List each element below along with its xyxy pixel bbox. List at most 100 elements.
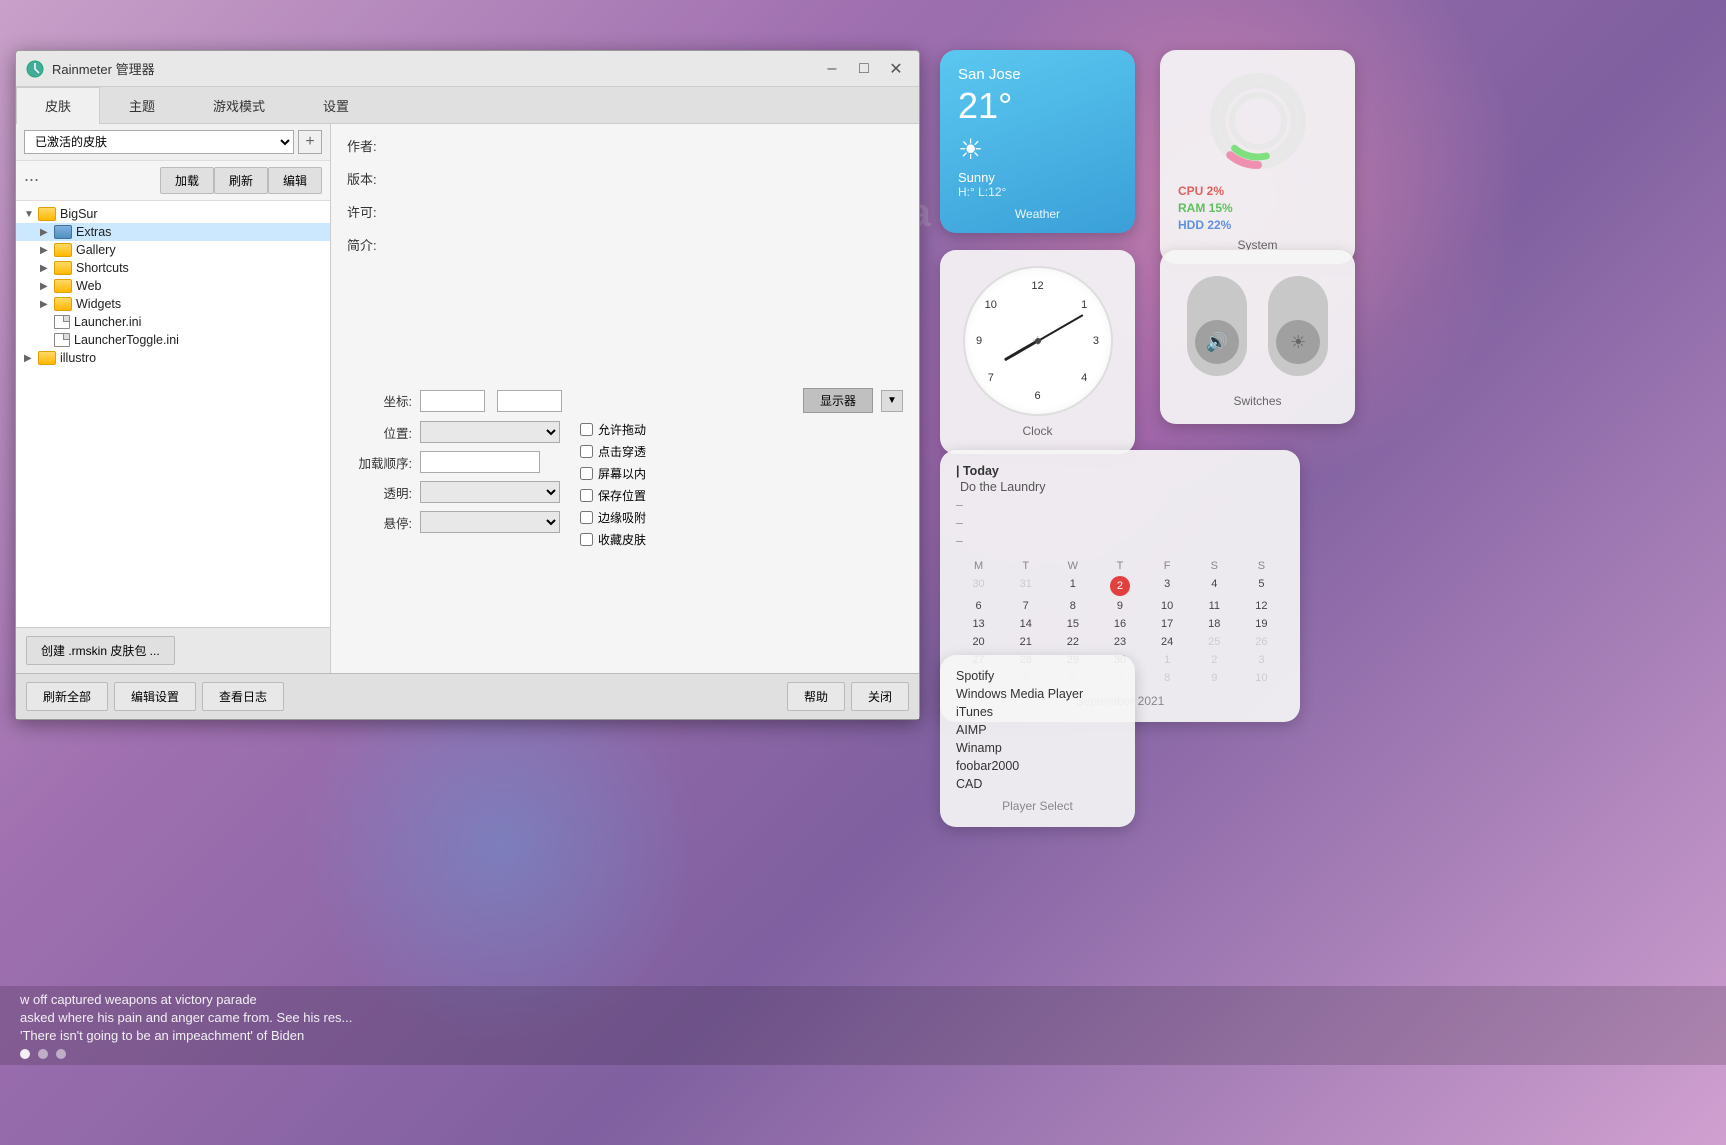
player-item[interactable]: iTunes: [956, 705, 1119, 719]
tree-item-bigsur[interactable]: ▼ BigSur: [16, 205, 330, 223]
cal-day[interactable]: 12: [1239, 598, 1284, 614]
transparent-select[interactable]: [420, 481, 560, 503]
cal-day[interactable]: 2: [1192, 652, 1237, 668]
cal-day[interactable]: 4: [1192, 576, 1237, 596]
player-item[interactable]: Winamp: [956, 741, 1119, 755]
cal-day[interactable]: 17: [1145, 616, 1190, 632]
cal-day[interactable]: 22: [1050, 634, 1095, 650]
tab-skin[interactable]: 皮肤: [16, 87, 100, 124]
coord-y-input[interactable]: [497, 390, 562, 412]
dots-menu[interactable]: ...: [24, 165, 39, 186]
snap-edges-input[interactable]: [580, 511, 593, 524]
save-position-input[interactable]: [580, 489, 593, 502]
tree-item-gallery[interactable]: ▶ Gallery: [16, 241, 330, 259]
news-dot-3[interactable]: [56, 1049, 66, 1059]
weather-condition: Sunny: [958, 170, 1117, 185]
minimize-button[interactable]: –: [819, 59, 845, 79]
load-button[interactable]: 加载: [160, 167, 214, 194]
add-skin-button[interactable]: +: [298, 130, 322, 154]
tree-item-extras[interactable]: ▶ Extras: [16, 223, 330, 241]
player-item[interactable]: Spotify: [956, 669, 1119, 683]
cal-day[interactable]: 6: [956, 598, 1001, 614]
save-position-checkbox[interactable]: 保存位置: [580, 487, 646, 504]
cal-day[interactable]: 5: [1239, 576, 1284, 596]
collect-skin-input[interactable]: [580, 533, 593, 546]
tab-settings[interactable]: 设置: [294, 87, 378, 123]
snap-edges-checkbox[interactable]: 边缘吸附: [580, 509, 646, 526]
cal-day[interactable]: 26: [1239, 634, 1284, 650]
cal-day[interactable]: 1: [1050, 576, 1095, 596]
click-through-checkbox[interactable]: 点击穿透: [580, 443, 646, 460]
system-gauge-svg: [1203, 66, 1313, 176]
tree-item-launcher-ini[interactable]: ▶ Launcher.ini: [16, 313, 330, 331]
close-window-button[interactable]: 关闭: [851, 682, 909, 711]
close-button[interactable]: ✕: [883, 59, 909, 79]
news-dot-1[interactable]: [20, 1049, 30, 1059]
cal-day[interactable]: 23: [1097, 634, 1142, 650]
cal-day[interactable]: 10: [1239, 670, 1284, 686]
cal-day[interactable]: 8: [1145, 670, 1190, 686]
cal-day[interactable]: 7: [1003, 598, 1048, 614]
cal-day[interactable]: 18: [1192, 616, 1237, 632]
load-order-input[interactable]: [420, 451, 540, 473]
tree-item-illustro[interactable]: ▶ illustro: [16, 349, 330, 367]
cal-day[interactable]: 14: [1003, 616, 1048, 632]
allow-drag-input[interactable]: [580, 423, 593, 436]
player-item[interactable]: foobar2000: [956, 759, 1119, 773]
tree-item-shortcuts[interactable]: ▶ Shortcuts: [16, 259, 330, 277]
edit-settings-button[interactable]: 编辑设置: [114, 682, 196, 711]
maximize-button[interactable]: □: [851, 59, 877, 79]
view-log-button[interactable]: 查看日志: [202, 682, 284, 711]
cal-day[interactable]: 3: [1145, 576, 1190, 596]
tree-label-launcher-ini: Launcher.ini: [74, 315, 141, 329]
allow-drag-checkbox[interactable]: 允许拖动: [580, 421, 646, 438]
cal-day[interactable]: 9: [1192, 670, 1237, 686]
help-button[interactable]: 帮助: [787, 682, 845, 711]
coord-x-input[interactable]: [420, 390, 485, 412]
tree-item-widgets[interactable]: ▶ Widgets: [16, 295, 330, 313]
suspend-select[interactable]: [420, 511, 560, 533]
keep-screen-checkbox[interactable]: 屏幕以内: [580, 465, 646, 482]
player-item[interactable]: Windows Media Player: [956, 687, 1119, 701]
tab-theme[interactable]: 主题: [100, 87, 184, 123]
keep-screen-input[interactable]: [580, 467, 593, 480]
cal-day[interactable]: 9: [1097, 598, 1142, 614]
cal-day[interactable]: 8: [1050, 598, 1095, 614]
cal-day[interactable]: 24: [1145, 634, 1190, 650]
tree-item-web[interactable]: ▶ Web: [16, 277, 330, 295]
tree-item-launcher-toggle[interactable]: ▶ LauncherToggle.ini: [16, 331, 330, 349]
cal-day[interactable]: 21: [1003, 634, 1048, 650]
create-rmskin-button[interactable]: 创建 .rmskin 皮肤包 ...: [26, 636, 175, 665]
click-through-input[interactable]: [580, 445, 593, 458]
cal-day[interactable]: 16: [1097, 616, 1142, 632]
skin-dropdown[interactable]: 已激活的皮肤: [24, 130, 294, 154]
cal-day[interactable]: 1: [1145, 652, 1190, 668]
cal-day[interactable]: 3: [1239, 652, 1284, 668]
cal-day[interactable]: 2: [1110, 576, 1130, 596]
clock-widget: 12 1 3 4 6 7 9 10 + Clock: [940, 250, 1135, 454]
collect-skin-checkbox[interactable]: 收藏皮肤: [580, 531, 646, 548]
player-item[interactable]: AIMP: [956, 723, 1119, 737]
cal-day[interactable]: 31: [1003, 576, 1048, 596]
cal-day[interactable]: 13: [956, 616, 1001, 632]
switch-volume[interactable]: 🔊: [1187, 276, 1247, 376]
intro-row: 简介:: [347, 235, 903, 254]
cal-day[interactable]: 15: [1050, 616, 1095, 632]
cal-day[interactable]: 19: [1239, 616, 1284, 632]
display-dropdown-btn[interactable]: ▼: [881, 390, 903, 412]
cal-day[interactable]: 30: [956, 576, 1001, 596]
refresh-button[interactable]: 刷新: [214, 167, 268, 194]
display-button[interactable]: 显示器: [803, 388, 873, 413]
tab-game-mode[interactable]: 游戏模式: [184, 87, 294, 123]
position-select[interactable]: [420, 421, 560, 443]
cal-day[interactable]: 20: [956, 634, 1001, 650]
edit-button[interactable]: 编辑: [268, 167, 322, 194]
player-item[interactable]: CAD: [956, 777, 1119, 791]
coord-label: 坐标:: [347, 391, 412, 410]
cal-day[interactable]: 10: [1145, 598, 1190, 614]
switch-brightness[interactable]: ☀: [1268, 276, 1328, 376]
refresh-all-button[interactable]: 刷新全部: [26, 682, 108, 711]
cal-day[interactable]: 11: [1192, 598, 1237, 614]
news-dot-2[interactable]: [38, 1049, 48, 1059]
cal-day[interactable]: 25: [1192, 634, 1237, 650]
